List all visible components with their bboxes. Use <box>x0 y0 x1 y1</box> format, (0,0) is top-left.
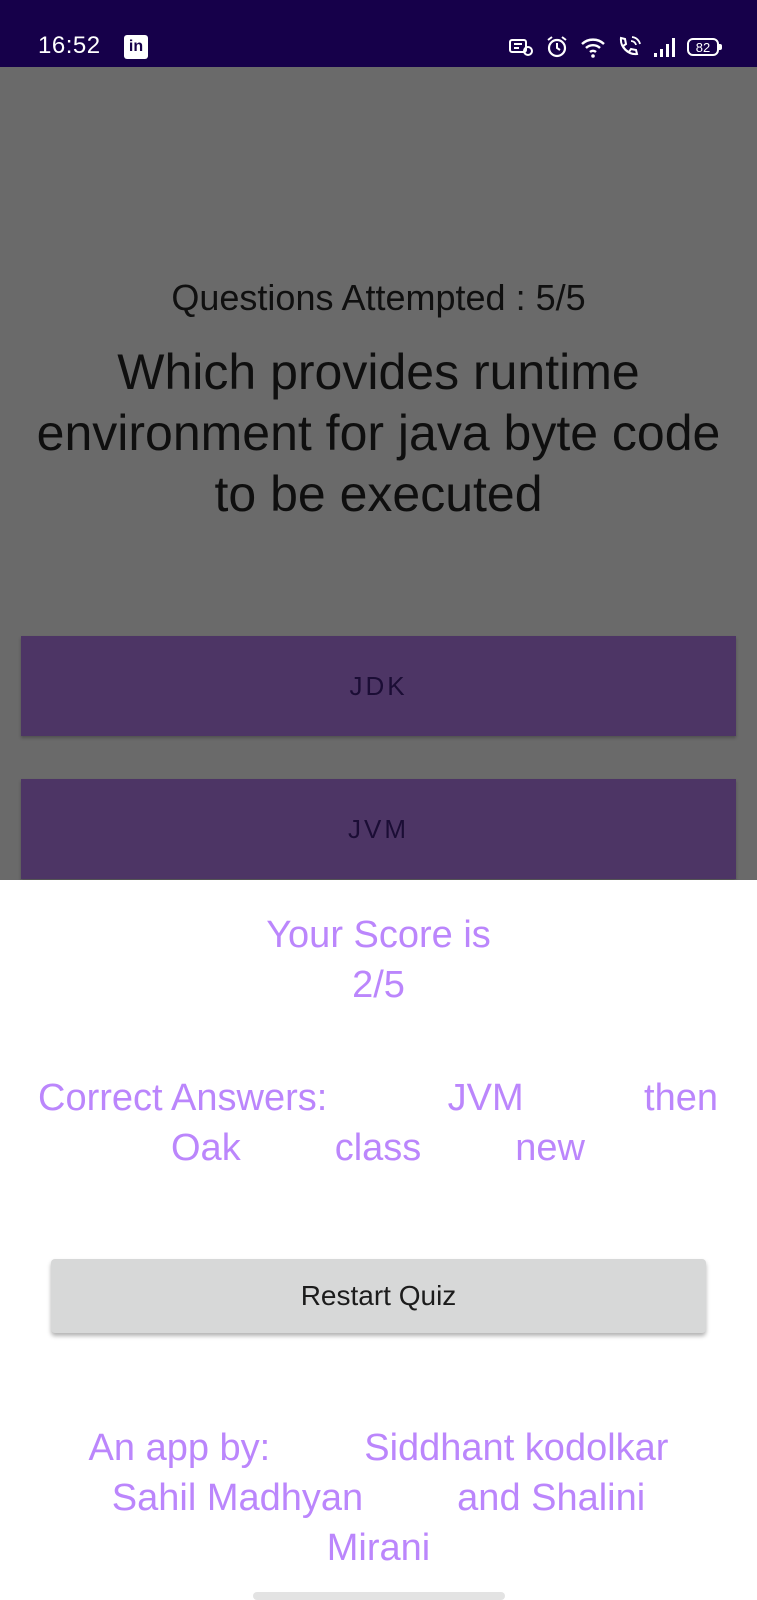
credit-name: Siddhant kodolkar <box>364 1427 669 1469</box>
score-block: Your Score is 2/5 <box>0 910 757 1010</box>
questions-attempted: Questions Attempted : 5/5 <box>171 277 586 318</box>
status-icons: 82 <box>507 33 722 61</box>
answers-label: Correct Answers: <box>38 1077 328 1119</box>
credit-name: and Shalini <box>457 1477 646 1519</box>
credits-line-3: Mirani <box>0 1527 757 1570</box>
credits-line-1: An app by: Siddhant kodolkar <box>0 1427 757 1470</box>
battery-level: 82 <box>695 39 711 55</box>
credit-name: Mirani <box>326 1527 431 1569</box>
option-button-2[interactable]: JVM <box>21 779 736 879</box>
answer-item: new <box>515 1127 585 1169</box>
result-sheet: Your Score is 2/5 Correct Answers: JVM t… <box>0 880 757 1600</box>
wifi-icon <box>581 38 605 58</box>
status-time: 16:52 <box>38 32 101 59</box>
status-bar: 16:52 in 82 <box>0 0 757 67</box>
correct-answers-line-2: Oak class new <box>38 1127 718 1170</box>
answer-item: JVM <box>447 1077 524 1119</box>
score-title: Your Score is <box>266 914 491 956</box>
answer-item: class <box>334 1127 422 1169</box>
option-button-1[interactable]: JDK <box>21 636 736 736</box>
quiz-screen: Questions Attempted : 5/5 Which provides… <box>0 67 757 880</box>
correct-answers-line-1: Correct Answers: JVM then <box>38 1077 718 1120</box>
answer-item: then <box>644 1077 718 1119</box>
gesture-nav-handle[interactable] <box>253 1592 505 1600</box>
alarm-icon <box>547 36 567 58</box>
score-value: 2/5 <box>352 964 405 1006</box>
signal-icon <box>654 38 675 57</box>
data-saver-icon <box>509 39 533 56</box>
battery-icon: 82 <box>687 38 722 56</box>
answer-item: Oak <box>171 1127 241 1169</box>
question-text: Which provides runtime environment for j… <box>36 344 721 522</box>
credit-label: An app by: <box>88 1427 271 1469</box>
linkedin-icon: in <box>124 35 148 59</box>
credit-name: Sahil Madhyan <box>111 1477 364 1519</box>
wifi-calling-icon <box>619 36 641 56</box>
credits-line-2: Sahil Madhyan and Shalini <box>0 1477 757 1520</box>
restart-quiz-button[interactable]: Restart Quiz <box>51 1259 706 1333</box>
